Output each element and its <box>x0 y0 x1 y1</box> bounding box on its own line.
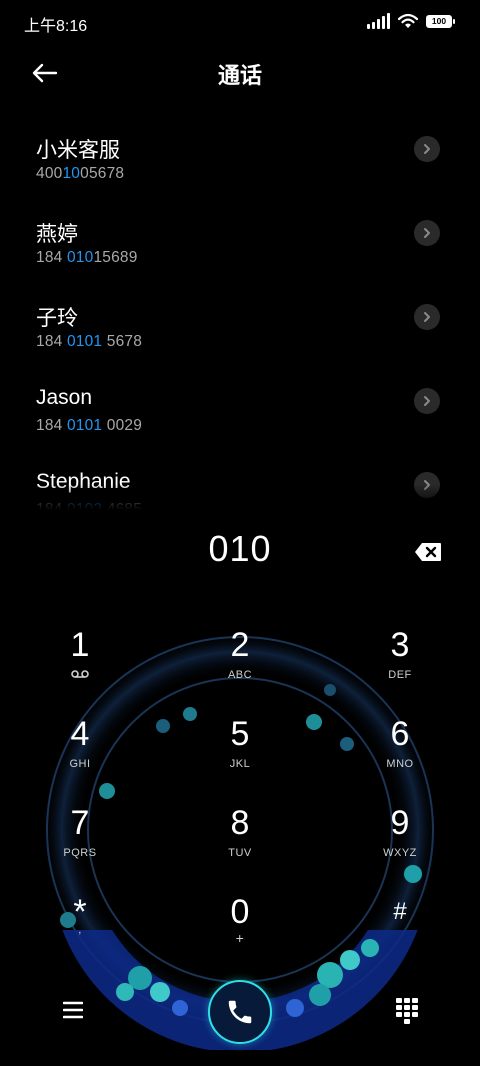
contact-name: 燕婷 <box>36 223 78 246</box>
key-letters: GHI <box>69 758 91 770</box>
contact-detail-button[interactable] <box>414 472 440 498</box>
contact-suggestion-list[interactable]: 小米客服 4001005678 燕婷 184 01015689 子玲 184 0… <box>0 120 480 510</box>
number-suffix: 4685 <box>102 501 143 510</box>
number-prefix: 184 <box>36 333 67 350</box>
number-match: 010 <box>66 249 94 266</box>
dialed-number-display: 010 <box>208 528 272 569</box>
key-0[interactable]: 0 + <box>180 892 300 972</box>
number-suffix: 15689 <box>93 249 138 266</box>
contact-name: Jason <box>36 386 93 409</box>
key-letters: PQRS <box>63 847 97 859</box>
header: 通话 <box>0 50 480 94</box>
battery-icon: 100 <box>426 14 455 28</box>
contact-row[interactable]: 子玲 184 0101 5678 <box>0 288 480 372</box>
contact-row[interactable]: 小米客服 4001005678 <box>0 120 480 204</box>
key-7[interactable]: 7 PQRS <box>20 803 140 883</box>
key-digit: 2 <box>230 626 250 664</box>
key-5[interactable]: 5 JKL <box>180 714 300 794</box>
key-digit: 8 <box>230 804 250 842</box>
contact-detail-button[interactable] <box>414 388 440 414</box>
chevron-right-icon <box>424 480 430 490</box>
number-prefix: 184 <box>36 249 67 266</box>
contact-number: 184 0102 4685 <box>36 501 142 510</box>
signal-icon <box>367 13 390 29</box>
key-digit: 0 <box>230 893 250 931</box>
contact-number: 184 0101 0029 <box>36 417 142 435</box>
key-letters: DEF <box>388 669 412 681</box>
key-letters: + <box>235 930 245 946</box>
battery-level: 100 <box>431 16 447 26</box>
key-1[interactable]: 1 <box>20 625 140 705</box>
number-prefix: 400 <box>36 165 63 182</box>
wifi-icon <box>398 13 418 28</box>
contact-number: 4001005678 <box>36 165 124 183</box>
number-match: 0102 <box>66 501 103 510</box>
chevron-right-icon <box>424 396 430 406</box>
contact-row[interactable]: Jason 184 0101 0029 <box>0 372 480 456</box>
number-suffix: 05678 <box>80 165 125 182</box>
key-digit: 3 <box>390 626 410 664</box>
status-icons: 100 <box>367 13 455 29</box>
status-bar: 上午8:16 100 <box>0 0 480 46</box>
number-match: 10 <box>62 165 81 182</box>
key-digit: 6 <box>390 715 410 753</box>
key-9[interactable]: 9 WXYZ <box>340 803 460 883</box>
key-4[interactable]: 4 GHI <box>20 714 140 794</box>
key-6[interactable]: 6 MNO <box>340 714 460 794</box>
contact-number: 184 0101 5678 <box>36 333 142 351</box>
key-letters: ABC <box>227 669 253 681</box>
key-digit: 7 <box>70 804 90 842</box>
number-suffix: 0029 <box>102 417 143 434</box>
number-suffix: 5678 <box>102 333 143 350</box>
number-match: 0101 <box>66 333 103 350</box>
contact-detail-button[interactable] <box>414 304 440 330</box>
dialpad-toggle-button[interactable] <box>390 995 424 1027</box>
key-letters: MNO <box>386 758 414 770</box>
key-digit: 1 <box>70 626 90 664</box>
dialer-screen: 上午8:16 100 通话 小米客服 4001005678 燕婷 184 010… <box>0 0 480 1066</box>
key-8[interactable]: 8 TUV <box>180 803 300 883</box>
key-digit: 9 <box>390 804 410 842</box>
contact-row[interactable]: Stephanie 184 0102 4685 <box>0 456 480 510</box>
contact-detail-button[interactable] <box>414 220 440 246</box>
key-digit: 5 <box>230 715 250 753</box>
contact-row[interactable]: 燕婷 184 01015689 <box>0 204 480 288</box>
number-match: 0101 <box>66 417 103 434</box>
dialpad-icon <box>396 998 418 1024</box>
contact-number: 184 01015689 <box>36 249 138 267</box>
chevron-right-icon <box>424 312 430 322</box>
phone-icon <box>228 1000 252 1024</box>
backspace-icon <box>415 543 441 561</box>
key-digit: # <box>393 898 407 925</box>
key-2[interactable]: 2 ABC <box>180 625 300 705</box>
key-3[interactable]: 3 DEF <box>340 625 460 705</box>
keypad: 1 2 ABC 3 DEF 4 GHI 5 JKL 6 MNO 7 PQRS 8… <box>0 615 480 975</box>
key-letters: JKL <box>229 758 251 770</box>
backspace-button[interactable] <box>412 538 444 566</box>
status-time: 上午8:16 <box>24 18 88 35</box>
call-button[interactable] <box>208 980 272 1044</box>
chevron-right-icon <box>424 144 430 154</box>
page-title: 通话 <box>217 63 262 88</box>
key-letters: TUV <box>228 847 252 859</box>
key-digit: 4 <box>70 715 90 753</box>
number-prefix: 184 <box>36 501 67 510</box>
number-prefix: 184 <box>36 417 67 434</box>
contact-name: 子玲 <box>36 307 78 330</box>
key-hash[interactable]: # <box>340 892 460 972</box>
key-letters: WXYZ <box>383 847 417 859</box>
contact-name: 小米客服 <box>36 139 120 162</box>
key-letters: , <box>78 924 82 936</box>
menu-button[interactable] <box>56 995 90 1025</box>
menu-icon <box>63 1001 83 1019</box>
chevron-right-icon <box>424 228 430 238</box>
key-star[interactable]: * , <box>20 892 140 972</box>
voicemail-icon <box>71 669 89 683</box>
contact-detail-button[interactable] <box>414 136 440 162</box>
contact-name: Stephanie <box>36 470 131 493</box>
